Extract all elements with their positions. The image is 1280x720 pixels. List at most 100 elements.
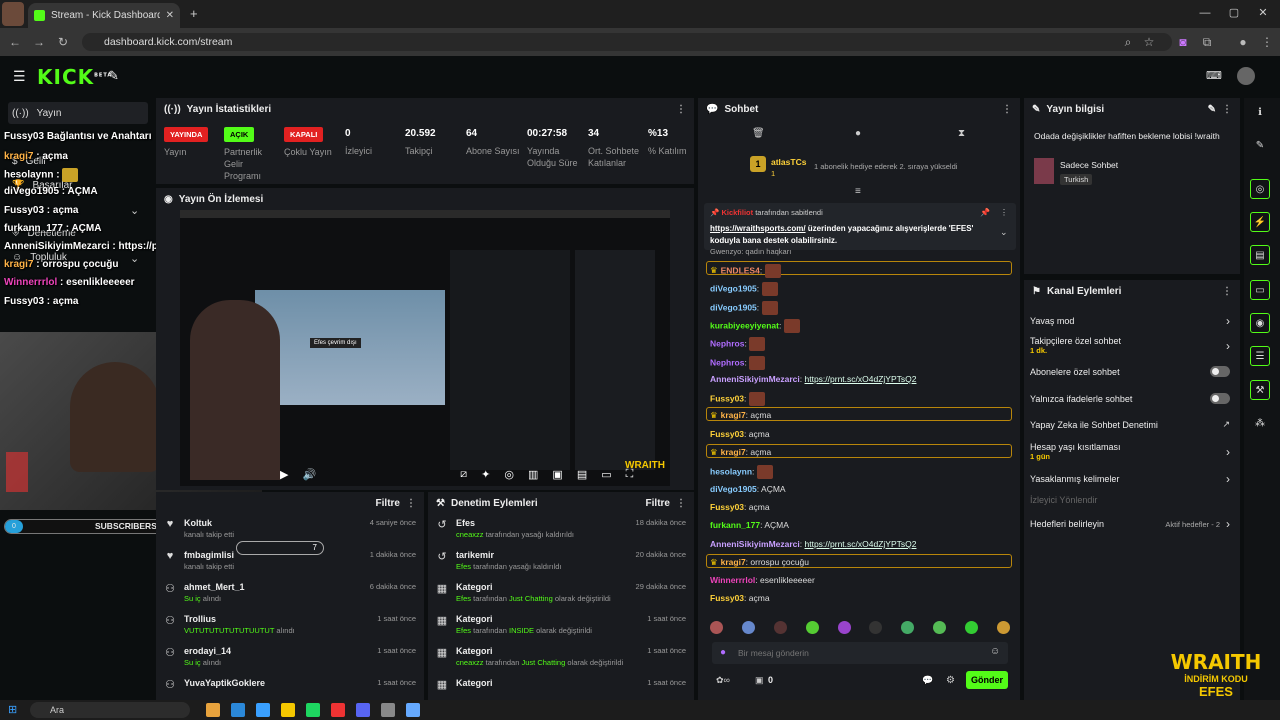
windows-start-icon[interactable]: ⊞ — [8, 703, 17, 716]
chevron-right-icon[interactable]: › — [1226, 517, 1230, 531]
category-name[interactable]: Sadece Sohbet — [1060, 160, 1118, 170]
extension-icon[interactable]: ◙ — [1176, 35, 1190, 49]
hamburger-menu-icon[interactable]: ☰ — [13, 68, 26, 85]
taskbar-app-icon[interactable] — [231, 703, 245, 717]
chat-username[interactable]: kragi7 — [721, 447, 746, 457]
browser-menu-icon[interactable]: ⋮ — [1260, 35, 1274, 49]
profile-avatar[interactable] — [2, 2, 24, 26]
chat-username[interactable]: Fussy03 — [710, 593, 744, 603]
chat-username[interactable]: ENDLES4 — [721, 265, 760, 275]
channel-action-8[interactable]: Hedefleri belirleyin Aktif hedefler - 2 › — [1030, 517, 1230, 531]
more-icon[interactable]: ⋮ — [1222, 104, 1232, 115]
hourglass-icon[interactable]: ⧗ — [958, 128, 965, 139]
moderation-row[interactable]: ▦ Kategori Efes tarafından INSIDE olarak d… — [428, 610, 694, 642]
more-icon[interactable]: ⋮ — [1000, 208, 1008, 217]
chat-message[interactable]: diVego1905: AÇMA — [710, 484, 786, 494]
taskbar-app-icon[interactable] — [406, 703, 420, 717]
chat-username[interactable]: AnneniSikiyimMezarci — [710, 539, 800, 549]
emote-icon[interactable] — [901, 621, 915, 634]
emote-icon[interactable] — [805, 621, 819, 634]
chevron-right-icon[interactable]: › — [1226, 339, 1230, 353]
chat-message[interactable]: furkann_177: AÇMA — [710, 520, 789, 530]
browser-tab[interactable]: Stream - Kick Dashboard ✕ — [28, 3, 180, 28]
chat-message[interactable]: Fussy03: açma — [710, 502, 770, 512]
chat-rail-icon[interactable]: ▭ — [1250, 280, 1270, 300]
chat-message[interactable]: diVego1905: — [710, 301, 778, 315]
chat-mode-icon[interactable]: ● — [855, 128, 861, 139]
tools-icon[interactable]: ⚒ — [1250, 380, 1270, 400]
filter-button[interactable]: Filtre — [376, 498, 400, 509]
info-icon[interactable]: ℹ — [1250, 103, 1270, 123]
emote-icon[interactable] — [741, 621, 755, 634]
emote-icon[interactable] — [773, 621, 787, 634]
capture-icon[interactable]: ◎ — [1250, 179, 1270, 199]
pip-icon[interactable]: ▣ — [552, 468, 562, 481]
chat-username[interactable]: kragi7 — [721, 557, 746, 567]
channel-action-4[interactable]: Yapay Zeka ile Sohbet Denetimi ↗ — [1030, 419, 1230, 430]
emote-icon[interactable] — [710, 621, 723, 634]
emote-icon[interactable] — [965, 621, 978, 634]
chat-message[interactable]: hesolaynn: — [710, 465, 773, 479]
channel-action-6[interactable]: Yasaklanmış kelimeler › — [1030, 472, 1230, 486]
mic-icon[interactable]: ● — [720, 647, 726, 658]
chat-username[interactable]: Fussy03 — [710, 429, 744, 439]
chat-username[interactable]: furkann_177 — [710, 520, 760, 530]
settings-icon[interactable]: ⚙ — [946, 675, 955, 686]
user-avatar[interactable] — [1237, 67, 1255, 85]
chevron-right-icon[interactable]: › — [1226, 445, 1230, 459]
chat-username[interactable]: Nephros — [710, 338, 744, 348]
chevron-down-icon[interactable]: ⌄ — [130, 204, 139, 217]
chevron-down-icon[interactable]: ⌄ — [130, 252, 139, 265]
add-widget-icon[interactable]: ⁂ — [1250, 414, 1270, 434]
taskbar-search[interactable]: Ara — [30, 702, 190, 718]
emote-icon[interactable] — [933, 621, 947, 634]
chat-message[interactable]: Nephros: — [710, 337, 766, 351]
moderation-row[interactable]: ▦ Kategori Efes tarafından Just Chatting o… — [428, 578, 694, 610]
extensions-puzzle-icon[interactable]: ⧉ — [1200, 35, 1214, 50]
settings-dial-icon[interactable]: ◎ — [504, 468, 514, 481]
chat-username[interactable]: diVego1905 — [710, 484, 757, 494]
emote-icon[interactable] — [837, 621, 851, 634]
fullscreen-icon[interactable]: ⛶ — [626, 468, 634, 481]
chat-message[interactable]: Fussy03: açma — [710, 593, 770, 603]
taskbar-app-icon[interactable] — [331, 703, 345, 717]
more-icon[interactable]: ⋮ — [676, 498, 686, 509]
chart-icon[interactable]: ▥ — [528, 468, 538, 481]
minimize-icon[interactable]: — — [1198, 6, 1212, 20]
gift-user[interactable]: atlasTCs — [771, 157, 806, 167]
points-icon[interactable]: ✿∞ — [716, 675, 730, 686]
chat-link[interactable]: https://prnt.sc/xO4dZjYPTsQ2 — [805, 539, 917, 549]
volume-icon[interactable]: 🔊 — [302, 468, 316, 481]
channel-action-0[interactable]: Yavaş mod › — [1030, 314, 1230, 328]
pin-icon[interactable]: 📌 — [980, 208, 990, 217]
chat-username[interactable]: Fussy03 — [710, 502, 744, 512]
chevron-down-icon[interactable]: ⌄ — [1000, 227, 1008, 238]
emoji-icon[interactable]: ☺ — [990, 646, 1000, 657]
chat-message[interactable]: Fussy03: açma — [710, 429, 770, 439]
sidebar-item-yayin[interactable]: ((·)) Yayın — [8, 102, 148, 124]
close-tab-icon[interactable]: ✕ — [166, 10, 174, 21]
trash-icon[interactable]: 🗑 — [752, 128, 765, 139]
filter-button[interactable]: Filtre — [646, 498, 670, 509]
chat-message[interactable]: ♛ ENDLES4: — [710, 264, 781, 278]
chat-message[interactable]: Nephros: — [710, 356, 766, 370]
taskbar-app-icon[interactable] — [256, 703, 270, 717]
activity-row[interactable]: ⚇ erodayi_14 Su iç alındı 1 saat önce — [156, 642, 424, 674]
chat-username[interactable]: diVego1905 — [710, 302, 757, 312]
sparkle-icon[interactable]: ✦ — [481, 468, 490, 481]
chat-username[interactable]: kragi7 — [721, 410, 746, 420]
close-window-icon[interactable]: ✕ — [1256, 6, 1270, 20]
chat-message[interactable]: kurabiyeeyiyenat: — [710, 319, 800, 333]
external-link-icon[interactable]: ↗ — [1222, 419, 1230, 430]
more-icon[interactable]: ⋮ — [406, 498, 416, 509]
chat-link[interactable]: https://prnt.sc/xO4dZjYPTsQ2 — [805, 374, 917, 384]
forward-icon[interactable]: → — [32, 35, 46, 49]
taskbar-app-icon[interactable] — [281, 703, 295, 717]
back-icon[interactable]: ← — [8, 35, 22, 49]
chat-username[interactable]: diVego1905 — [710, 283, 757, 293]
theater-icon[interactable]: ▭ — [601, 468, 611, 481]
chat-message[interactable]: Fussy03: — [710, 392, 765, 406]
toggle-switch[interactable] — [1210, 366, 1230, 377]
chat-message[interactable]: AnneniSikiyimMezarci: https://prnt.sc/xO… — [710, 374, 916, 384]
more-icon[interactable]: ⋮ — [676, 104, 686, 115]
